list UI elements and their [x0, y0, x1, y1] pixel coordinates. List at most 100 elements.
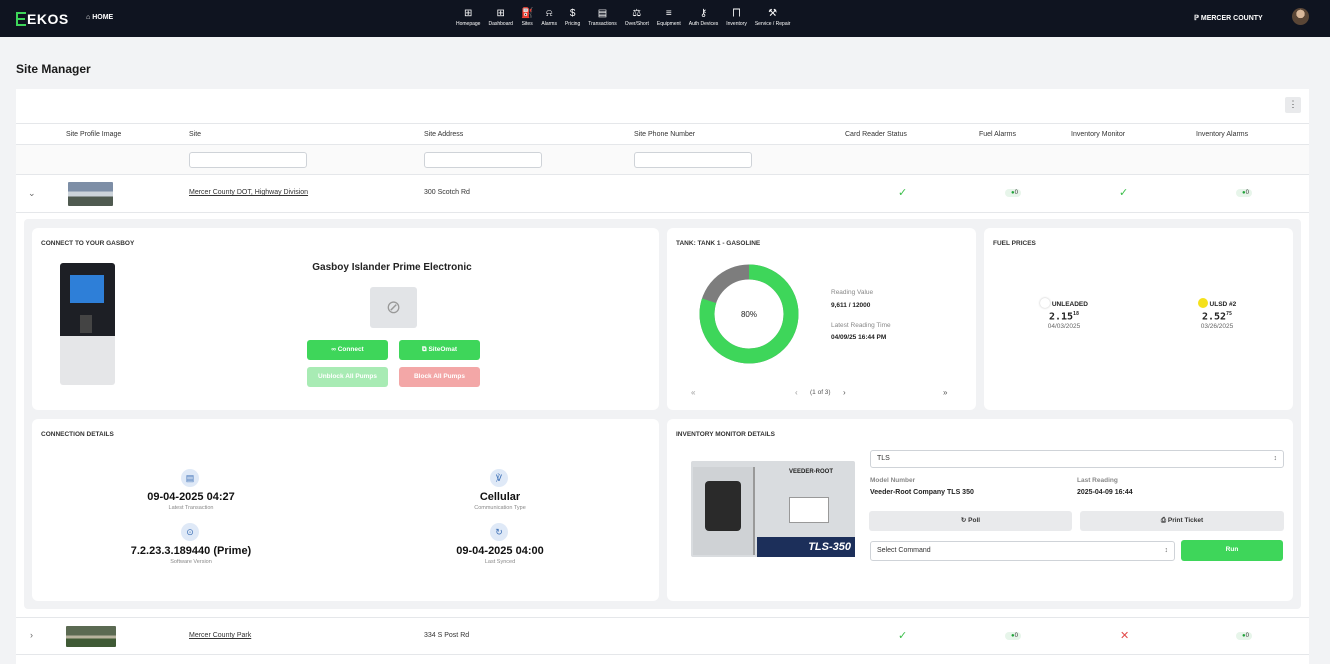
header-site-address[interactable]: Site Address [424, 131, 463, 138]
ekos-logo[interactable]: EKOS [16, 11, 69, 27]
siteomat-button[interactable]: ⧉ SiteOmat [399, 340, 480, 360]
site-filter-input[interactable] [189, 152, 307, 168]
site-link[interactable]: Mercer County DOT, Highway Division [189, 189, 308, 196]
command-select[interactable]: Select Command [870, 541, 1175, 561]
table-row[interactable]: › Mercer County Park 334 S Post Rd ✓ ● 0… [16, 617, 1309, 655]
fuel-prices-title: FUEL PRICES [993, 240, 1036, 247]
nav-label: Auth Devices [688, 21, 719, 27]
fuel-price-unleaded: UNLEADED 2.1518 04/03/2025 [1034, 298, 1094, 330]
inventory-monitor-error-icon: ✕ [1120, 630, 1130, 642]
tank-card: TANK: TANK 1 - GASOLINE 80% Reading Valu… [667, 228, 976, 410]
table-header: Site Profile Image Site Site Address Sit… [16, 123, 1309, 145]
nav-item-alarms[interactable]: ⍾ Alarms [537, 8, 561, 27]
nav-item-dashboard[interactable]: ⊞ Dashboard [484, 8, 516, 27]
site-link[interactable]: Mercer County Park [189, 632, 251, 639]
expand-chevron-icon[interactable]: › [30, 630, 33, 640]
print-ticket-button[interactable]: ⎙ Print Ticket [1080, 511, 1284, 531]
nav-label: Service / Repair [754, 21, 791, 27]
header-inventory-monitor[interactable]: Inventory Monitor [1071, 131, 1125, 138]
address-filter-input[interactable] [424, 152, 542, 168]
block-all-pumps-button[interactable]: Block All Pumps [399, 367, 480, 387]
more-options-icon[interactable]: ⋮ [1285, 97, 1301, 113]
nav-item-auth-devices[interactable]: ⚷ Auth Devices [685, 8, 722, 27]
fuel-price-ulsd: ULSD #2 2.5275 03/26/2025 [1187, 298, 1247, 330]
reading-value-label: Reading Value [831, 289, 874, 296]
model-number-label: Model Number [870, 477, 916, 484]
link-icon: ∞ [331, 346, 336, 353]
nav-item-pricing[interactable]: $ Pricing [561, 8, 584, 27]
header-site-profile-image[interactable]: Site Profile Image [66, 131, 121, 138]
unleaded-color-dot [1040, 298, 1051, 308]
connect-title: CONNECT TO YOUR GASBOY [41, 240, 135, 247]
sites-icon: ⛽ [520, 8, 534, 19]
wifi-off-icon: ⊘ [370, 287, 417, 328]
site-table: ⋮ Site Profile Image Site Site Address S… [16, 89, 1309, 664]
card-reader-ok-icon: ✓ [898, 187, 908, 199]
device-select[interactable]: TLS [870, 450, 1284, 468]
header-card-reader-status[interactable]: Card Reader Status [845, 131, 907, 138]
run-button[interactable]: Run [1181, 540, 1283, 561]
fuel-alarms-badge: ● 0 [1005, 189, 1021, 197]
pump-model-title: Gasboy Islander Prime Electronic [312, 262, 472, 273]
external-icon: ⧉ [421, 346, 427, 353]
reading-value: 9,611 / 12000 [831, 302, 871, 309]
first-page-icon[interactable]: « [691, 388, 695, 397]
site-profile-image [66, 626, 116, 647]
header-site[interactable]: Site [189, 131, 201, 138]
nav-item-inventory[interactable]: ⨅ Inventory [722, 8, 751, 27]
header-inventory-alarms[interactable]: Inventory Alarms [1196, 131, 1248, 138]
antenna-icon: ℣ [490, 469, 508, 487]
prev-page-icon[interactable]: ‹ [795, 388, 798, 397]
homepage-icon: ⊞ [464, 8, 473, 19]
unblock-all-pumps-button[interactable]: Unblock All Pumps [307, 367, 388, 387]
nav-item-homepage[interactable]: ⊞ Homepage [452, 8, 484, 27]
next-page-icon[interactable]: › [843, 388, 846, 397]
dashboard-icon: ⊞ [496, 8, 505, 19]
phone-filter-input[interactable] [634, 152, 752, 168]
collapse-chevron-icon[interactable]: ⌄ [28, 188, 36, 199]
nav-item-service-repair[interactable]: ⚒ Service / Repair [751, 8, 795, 27]
nav-item-sites[interactable]: ⛽ Sites [517, 8, 537, 27]
chart-icon: ⨅ [732, 8, 741, 19]
nav-label: Dashboard [488, 21, 513, 27]
last-page-icon[interactable]: » [943, 388, 947, 397]
model-number-value: Veeder-Root Company TLS 350 [870, 489, 974, 496]
veeder-root-brand: VEEDER-ROOT [789, 469, 834, 475]
nav-item-equipment[interactable]: ≡ Equipment [653, 8, 685, 27]
nav-label: Sites [521, 21, 533, 27]
user-avatar[interactable] [1292, 8, 1309, 25]
tls-350-image: VEEDER-ROOT TLS-350 [691, 461, 855, 557]
nav-item-transactions[interactable]: ▤ Transactions [584, 8, 620, 27]
nav-label: Inventory [726, 21, 747, 27]
communication-type-label: Communication Type [474, 505, 526, 511]
nav-label: Over/Short [624, 21, 649, 27]
page-title: Site Manager [16, 62, 91, 76]
last-reading-value: 2025-04-09 16:44 [1077, 489, 1133, 496]
terminal-icon: ⊙ [181, 523, 199, 541]
dollar-icon: $ [569, 8, 576, 19]
home-icon: ⌂ [86, 14, 91, 21]
tank-pager-label: (1 of 3) [810, 389, 831, 396]
gasboy-pump-image [60, 263, 115, 385]
connection-details-card: CONNECTION DETAILS ▤ 09-04-2025 04:27 La… [32, 419, 659, 601]
nav-item-over-short[interactable]: ⚖ Over/Short [621, 8, 653, 27]
software-version-label: Software Version [170, 559, 212, 565]
nav-label: Pricing [564, 21, 581, 27]
main-nav: ⊞ Homepage ⊞ Dashboard ⛽ Sites ⍾ Alarms $ Pricing… [452, 8, 794, 27]
inventory-monitor-ok-icon: ✓ [1119, 187, 1129, 199]
table-row[interactable]: ⌄ Mercer County DOT, Highway Division 30… [16, 175, 1309, 213]
inventory-monitor-card: INVENTORY MONITOR DETAILS VEEDER-ROOT TL… [667, 419, 1293, 601]
top-navbar: EKOS ⌂ HOME ⊞ Homepage ⊞ Dashboard ⛽ Sites ⍾ Al… [0, 0, 1330, 37]
poll-button[interactable]: ↻ Poll [869, 511, 1072, 531]
key-icon: ⚷ [699, 8, 708, 19]
header-fuel-alarms[interactable]: Fuel Alarms [979, 131, 1016, 138]
county-selector[interactable]: ℙ MERCER COUNTY [1194, 14, 1263, 22]
reading-time: 04/09/25 16:44 PM [831, 334, 887, 341]
communication-type-value: Cellular [479, 491, 521, 503]
card-reader-ok-icon: ✓ [898, 630, 908, 642]
transaction-icon: ▤ [181, 469, 199, 487]
home-link[interactable]: ⌂ HOME [86, 14, 113, 21]
connect-button[interactable]: ∞ Connect [307, 340, 388, 360]
header-site-phone[interactable]: Site Phone Number [634, 131, 695, 138]
nav-label: Transactions [588, 21, 617, 27]
